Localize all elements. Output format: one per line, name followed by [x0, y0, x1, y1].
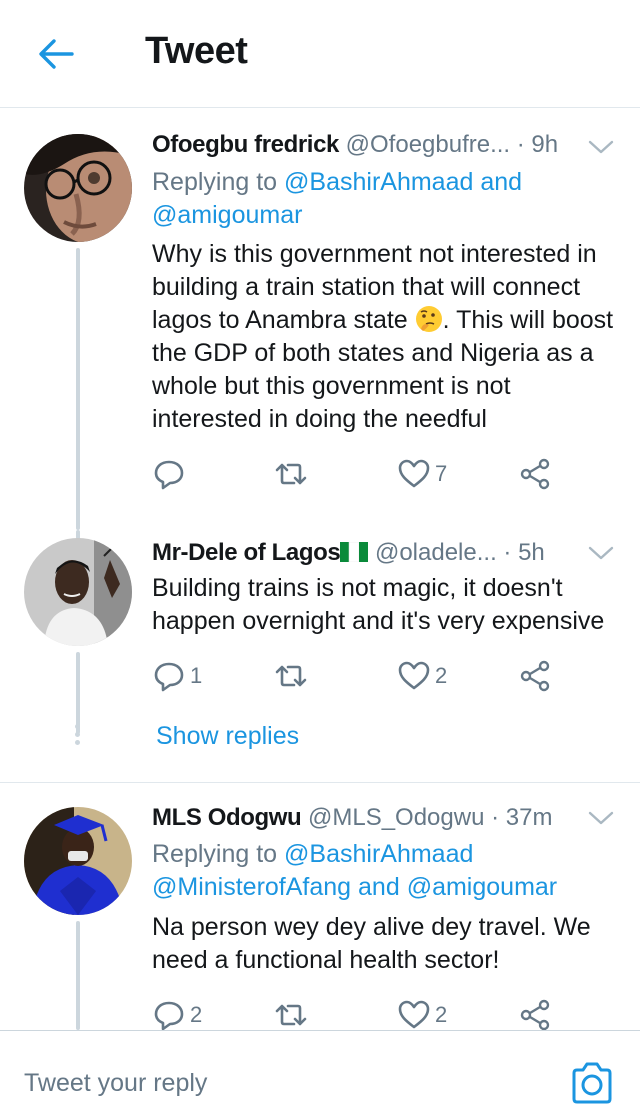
app-header: Tweet [0, 0, 640, 108]
share-button[interactable] [518, 656, 552, 696]
tweet-mr-dele[interactable]: Mr-Dele of Lagos @oladele... · 5h Buildi… [0, 530, 640, 780]
thread-line [76, 652, 80, 734]
like-button[interactable]: 7 [397, 454, 447, 494]
user-handle[interactable]: @Ofoegbufre... [346, 131, 510, 158]
reply-button[interactable]: 1 [152, 656, 202, 696]
timestamp[interactable]: · 9h [517, 131, 558, 158]
heart-icon [398, 459, 430, 488]
chevron-down-icon[interactable] [588, 544, 614, 562]
timestamp[interactable]: · 37m [491, 804, 552, 831]
mention-link[interactable]: @amigoumar [407, 873, 557, 901]
tweet-actions: 1 2 [152, 656, 572, 696]
retweet-icon [275, 1004, 307, 1026]
tweet-text: Building trains is not magic, it doesn't… [152, 574, 605, 635]
retweet-button[interactable] [274, 995, 312, 1035]
timestamp[interactable]: · 5h [503, 539, 544, 566]
mention-link[interactable]: @BashirAhmaad [284, 840, 473, 868]
tweet-text: Why is this government not interested in… [152, 240, 614, 433]
page-title: Tweet [145, 30, 248, 72]
reply-composer[interactable]: Tweet your reply [0, 1030, 640, 1118]
mention-link[interactable]: @amigoumar [152, 201, 302, 229]
retweet-button[interactable] [274, 454, 312, 494]
thinking-face-emoji [415, 306, 442, 332]
reply-count: 2 [190, 1002, 203, 1027]
replying-to: Replying to @BashirAhmaad and @amigoumar [152, 168, 523, 229]
replying-to: Replying to @BashirAhmaad @MinisterofAfa… [152, 840, 558, 901]
tweet-actions: 2 2 [152, 995, 572, 1035]
mention-link[interactable]: and [480, 168, 522, 196]
share-icon [520, 999, 550, 1031]
share-button[interactable] [518, 995, 552, 1035]
heart-icon [398, 661, 430, 690]
like-button[interactable]: 2 [397, 656, 447, 696]
display-name[interactable]: MLS Odogwu [152, 804, 302, 831]
display-name[interactable]: Mr-Dele of Lagos [152, 539, 341, 566]
tweet-text: Na person wey dey alive dey travel. We n… [152, 913, 591, 974]
heart-icon [398, 1000, 430, 1029]
reply-button[interactable] [152, 454, 190, 494]
reply-icon [154, 460, 184, 490]
reply-count: 1 [190, 663, 203, 688]
chevron-down-icon[interactable] [588, 138, 614, 156]
like-count: 2 [435, 663, 448, 688]
mention-link[interactable]: @BashirAhmaad [284, 168, 473, 196]
reply-input[interactable]: Tweet your reply [24, 1069, 207, 1098]
mention-link[interactable]: @MinisterofAfang [152, 873, 351, 901]
tweet-actions: 7 [152, 454, 572, 494]
retweet-icon [275, 463, 307, 485]
nigeria-flag-emoji [340, 541, 369, 563]
retweet-button[interactable] [274, 656, 312, 696]
thread-continuation-dots [75, 724, 81, 748]
mention-link[interactable]: and [358, 873, 400, 901]
avatar[interactable] [24, 538, 132, 646]
chevron-down-icon[interactable] [588, 809, 614, 827]
avatar[interactable] [24, 134, 132, 242]
like-count: 7 [435, 461, 448, 486]
share-button[interactable] [518, 454, 552, 494]
display-name[interactable]: Ofoegbu fredrick [152, 131, 339, 158]
tweet-mls-odogwu[interactable]: MLS Odogwu @MLS_Odogwu · 37m Replying to… [0, 783, 640, 1031]
retweet-icon [275, 665, 307, 687]
thread-line [76, 921, 80, 1030]
user-handle[interactable]: @MLS_Odogwu [308, 804, 484, 831]
thread-line [76, 248, 80, 530]
avatar[interactable] [24, 807, 132, 915]
like-count: 2 [435, 1002, 448, 1027]
tweet-ofoegbu[interactable]: Ofoegbu fredrick @Ofoegbufre... · 9h Rep… [0, 110, 640, 530]
user-handle[interactable]: @oladele... [375, 539, 497, 566]
reply-icon [154, 1001, 184, 1031]
share-icon [520, 458, 550, 490]
reply-icon [154, 662, 184, 692]
reply-button[interactable]: 2 [152, 995, 202, 1035]
show-replies-link[interactable]: Show replies [156, 722, 299, 751]
arrow-left-icon[interactable] [36, 34, 76, 74]
share-icon [520, 660, 550, 692]
camera-icon[interactable] [568, 1061, 616, 1105]
like-button[interactable]: 2 [397, 995, 447, 1035]
